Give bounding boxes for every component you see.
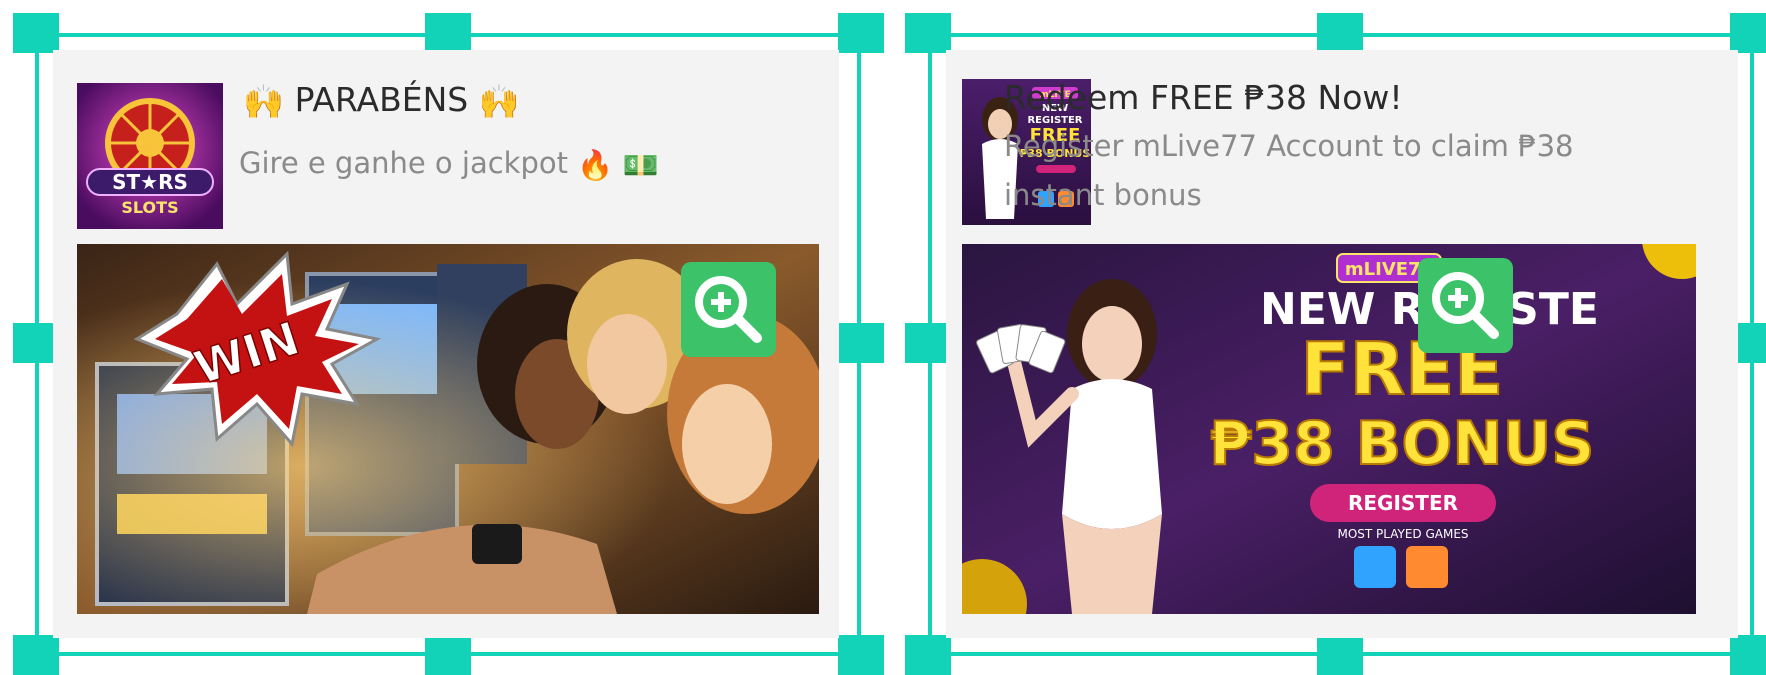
ad-subtitle-line: Register mLive77 Account to claim ₱38 (1004, 129, 1574, 163)
thumb-logo-top: ST★RS (112, 170, 188, 194)
ad-title[interactable]: 🙌 PARABÉNS 🙌 (243, 80, 520, 122)
raised-hands-emoji: 🙌 (478, 81, 520, 121)
resize-handle[interactable] (13, 13, 59, 53)
resize-handle[interactable] (905, 635, 951, 675)
thumb-logo-bottom: SLOTS (121, 198, 178, 217)
ad-card-stars-slots[interactable]: ST★RS SLOTS 🙌 PARABÉNS 🙌 Gire e ganhe o … (53, 50, 839, 638)
ad-card-mlive77[interactable]: mLIVE NEW REGISTER FREE ₱38 BONUS Redeem… (946, 50, 1738, 638)
resize-handle[interactable] (1317, 13, 1363, 53)
resize-handle[interactable] (838, 635, 884, 675)
ad-banner-image[interactable]: mLIVE77 NEW REGISTE FREE ₱38 BONUS REGIS… (962, 244, 1696, 614)
resize-handle[interactable] (1730, 635, 1766, 675)
raised-hands-emoji: 🙌 (243, 81, 285, 121)
ad-title-text: Redeem FREE ₱38 Now! (1004, 78, 1403, 117)
ad-title-text: PARABÉNS (294, 80, 469, 119)
resize-handle[interactable] (905, 13, 951, 53)
banner-register-button-text: REGISTER (1348, 491, 1458, 515)
banner-caption: MOST PLAYED GAMES (1337, 527, 1468, 541)
money-emoji: 💵 (622, 147, 659, 182)
ad-subtitle[interactable]: Gire e ganhe o jackpot 🔥 💵 (239, 139, 659, 190)
resize-handle[interactable] (425, 13, 471, 53)
resize-handle[interactable] (838, 13, 884, 53)
banner-bonus: ₱38 BONUS (1209, 409, 1594, 479)
resize-handle[interactable] (1317, 635, 1363, 675)
app-icon-stars-slots[interactable]: ST★RS SLOTS (77, 83, 223, 229)
resize-handle[interactable] (13, 635, 59, 675)
resize-handle[interactable] (1730, 13, 1766, 53)
resize-handle[interactable] (905, 323, 951, 363)
ad-title[interactable]: Redeem FREE ₱38 Now! (1004, 78, 1403, 117)
resize-handle[interactable] (838, 323, 884, 363)
resize-handle[interactable] (425, 635, 471, 675)
zoom-in-icon (695, 276, 762, 343)
ad-subtitle-line: instant bonus (1004, 178, 1202, 212)
zoom-button[interactable] (1418, 258, 1513, 353)
ad-subtitle[interactable]: Register mLive77 Account to claim ₱38 in… (1004, 122, 1574, 220)
ad-subtitle-text: Gire e ganhe o jackpot (239, 146, 568, 180)
zoom-button[interactable] (681, 262, 776, 357)
zoom-in-icon (1432, 272, 1499, 339)
fire-emoji: 🔥 (577, 147, 614, 182)
